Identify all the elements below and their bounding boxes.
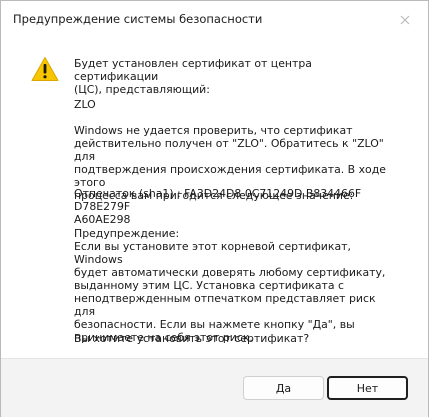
warning-text: Предупреждение: Если вы установите этот … — [74, 227, 394, 344]
no-button[interactable]: Нет — [327, 376, 408, 400]
button-bar: Да Нет — [1, 358, 428, 417]
warning-heading: Предупреждение: — [74, 227, 180, 240]
yes-button[interactable]: Да — [243, 376, 324, 400]
warning-line: будет автоматически доверять любому серт… — [74, 266, 386, 279]
warning-line: Если вы установите этот корневой сертифи… — [74, 240, 351, 266]
intro-line: Будет установлен сертификат от центра се… — [74, 57, 312, 83]
close-icon — [400, 15, 410, 25]
verify-line: Windows не удается проверить, что сертиф… — [74, 124, 353, 137]
thumbprint-line: Отпечаток (sha1) : FA3D24D8 0C71249D B83… — [74, 187, 362, 213]
security-warning-dialog: Предупреждение системы безопасности Буде… — [0, 0, 429, 417]
issuer-name: ZLO — [74, 98, 96, 111]
warning-icon — [31, 56, 59, 82]
warning-line: безопасности. Если вы нажмете кнопку "Да… — [74, 318, 355, 331]
dialog-title: Предупреждение системы безопасности — [13, 12, 263, 26]
warning-line: выданному этим ЦС. Установка сертификата… — [74, 279, 344, 292]
close-button[interactable] — [396, 11, 414, 29]
verify-line: подтверждения происхождения сертификата.… — [74, 163, 386, 189]
thumbprint-line: A60AE298 — [74, 213, 131, 226]
title-bar: Предупреждение системы безопасности — [1, 1, 428, 39]
verify-line: действительно получен от "ZLO". Обратите… — [74, 137, 384, 163]
warning-line: неподтвержденным отпечатком представляет… — [74, 292, 376, 318]
thumbprint-text: Отпечаток (sha1) : FA3D24D8 0C71249D B83… — [74, 187, 394, 226]
intro-text: Будет установлен сертификат от центра се… — [74, 57, 394, 96]
question-text: Вы хотите установить этот сертификат? — [74, 332, 310, 345]
intro-line: (ЦС), представляющий: — [74, 83, 210, 96]
